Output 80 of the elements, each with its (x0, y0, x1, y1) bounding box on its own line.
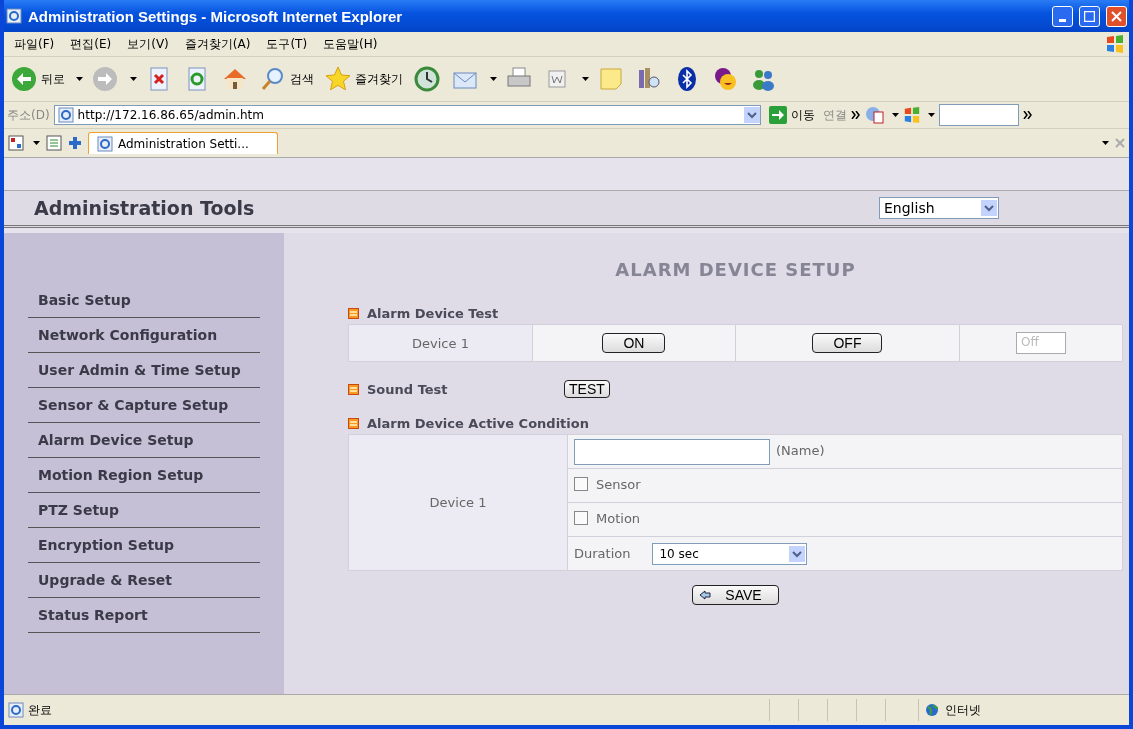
search-field[interactable] (938, 104, 1019, 126)
sidebar-link[interactable]: Upgrade & Reset (28, 563, 260, 598)
section-title: Sound Test (367, 381, 448, 397)
address-field[interactable]: http://172.16.86.65/admin.htm (53, 105, 761, 125)
plus-icon[interactable] (68, 136, 82, 150)
browser-tab[interactable]: Administration Setti... (88, 132, 278, 154)
status-text: 완료 (28, 701, 52, 719)
table-cell: Device 1 (348, 434, 568, 571)
menu-item[interactable]: 편집(E) (64, 33, 118, 55)
chevron-icon[interactable] (1022, 111, 1033, 119)
close-button[interactable] (1106, 5, 1127, 27)
close-icon (1111, 10, 1122, 22)
page-heading: ALARM DEVICE SETUP (614, 259, 857, 280)
star-icon (324, 65, 352, 93)
maximize-button[interactable] (1079, 5, 1100, 27)
off-button[interactable]: OFF (812, 333, 883, 353)
menu-item[interactable]: 보기(V) (121, 33, 175, 55)
section-title: Alarm Device Test (367, 305, 499, 321)
caret-icon[interactable] (33, 141, 40, 145)
toolbar-button[interactable]: 즐겨찾기 (322, 65, 405, 93)
maximize-icon (1084, 10, 1095, 22)
bullet-icon (348, 383, 359, 395)
checkbox-label: Motion (596, 510, 641, 526)
on-button[interactable]: ON (602, 333, 666, 353)
state-field: Off (1016, 332, 1067, 354)
arrow-icon (699, 590, 712, 600)
window-title: Administration Settings - Microsoft Internet Explorer (28, 7, 404, 25)
ie-page-icon (8, 702, 24, 718)
sidebar-link[interactable]: Status Report (28, 598, 260, 633)
windows-logo-icon (1105, 34, 1125, 54)
caret-icon[interactable] (582, 77, 589, 81)
menu-item[interactable]: 파일(F) (8, 33, 61, 55)
checkbox-label: Sensor (596, 476, 641, 492)
minimize-icon (1059, 18, 1066, 22)
caret-icon[interactable] (1102, 141, 1109, 145)
duration-label: Duration (574, 546, 631, 561)
clock-icon (413, 65, 441, 93)
sidebar-link[interactable]: Motion Region Setup (28, 458, 260, 493)
sidebar-link[interactable]: User Admin & Time Setup (28, 353, 260, 388)
minimize-button[interactable] (1052, 5, 1073, 27)
language-select[interactable]: English (879, 197, 999, 219)
sidebar-link[interactable]: Sensor & Capture Setup (28, 388, 260, 423)
sidebar-link[interactable]: Alarm Device Setup (28, 423, 260, 458)
brand-title: Administration Tools (34, 197, 256, 219)
caret-icon[interactable] (130, 77, 137, 81)
sidebar-link[interactable]: PTZ Setup (28, 493, 260, 528)
caret-icon[interactable] (891, 113, 899, 117)
menu-item[interactable]: 도움말(H) (317, 33, 384, 55)
save-button[interactable]: SAVE (692, 585, 779, 605)
checkbox[interactable] (574, 511, 588, 526)
go-button[interactable]: 이동 (764, 106, 819, 124)
caret-icon[interactable] (76, 77, 83, 81)
tab-list-icon[interactable] (46, 135, 62, 151)
test-button[interactable]: TEST (564, 380, 610, 398)
sidebar-link[interactable]: Basic Setup (28, 283, 260, 318)
name-field[interactable] (574, 438, 770, 465)
menu-item[interactable]: 도구(T) (260, 33, 314, 55)
globe-icon (925, 703, 939, 717)
chevron-icon[interactable] (850, 111, 861, 119)
sidebar-link[interactable]: Encryption Setup (28, 528, 260, 563)
duration-select[interactable]: 10 sec (652, 542, 808, 565)
address-label: 주소(D) (7, 106, 50, 124)
bullet-icon (348, 417, 359, 429)
checkbox[interactable] (574, 477, 588, 492)
bullet-icon (348, 307, 359, 319)
table-cell: Device 1 (348, 324, 533, 362)
name-hint: (Name) (776, 443, 825, 458)
section-title: Alarm Device Active Condition (367, 415, 589, 431)
menu-item[interactable]: 즐겨찾기(A) (178, 33, 257, 55)
ie-page-icon (57, 107, 74, 123)
note-icon (597, 65, 625, 93)
zone-label: 인터넷 (945, 701, 981, 719)
toolbar-button[interactable]: 검색 (257, 65, 316, 93)
caret-icon[interactable] (927, 113, 935, 117)
toolbar-button[interactable]: 뒤로 (8, 65, 67, 93)
window-icon (6, 8, 22, 24)
sidebar-link[interactable]: Network Configuration (28, 318, 260, 353)
caret-icon[interactable] (490, 77, 497, 81)
ie-page-icon (97, 135, 113, 152)
quick-tabs-icon[interactable] (8, 135, 24, 151)
